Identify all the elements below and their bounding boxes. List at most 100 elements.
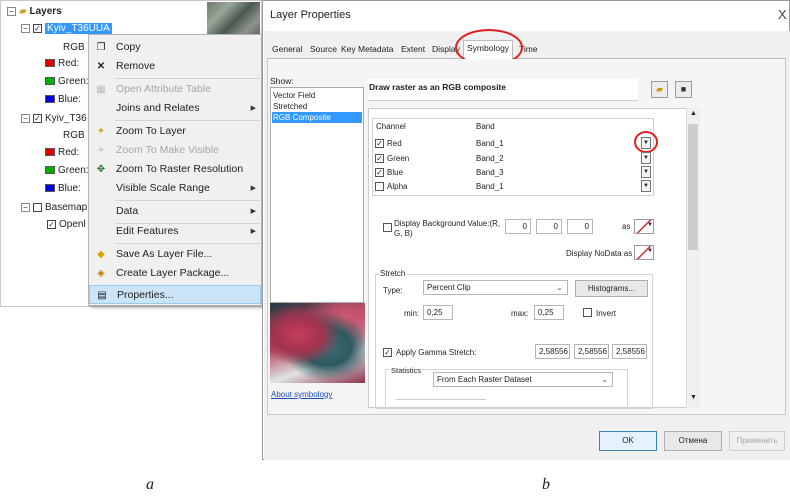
gamma-r-input[interactable]: 2,58556	[535, 344, 570, 359]
background-r-input[interactable]: 0	[505, 219, 531, 234]
scroll-up-icon[interactable]: ▲	[690, 110, 697, 117]
channel-checkbox[interactable]: ✓	[375, 139, 384, 149]
statistics-select[interactable]: From Each Raster Dataset ⌄	[433, 372, 613, 387]
chevron-down-icon[interactable]: ▼	[641, 152, 651, 164]
open-folder-icon[interactable]: ▰	[651, 81, 668, 98]
save-icon[interactable]: ■	[675, 81, 692, 98]
blue-swatch	[45, 184, 55, 193]
menu-separator	[115, 200, 260, 201]
layer-name[interactable]: Kyiv_T36	[45, 113, 87, 124]
tab-extent[interactable]: Extent	[401, 44, 425, 58]
min-input[interactable]: 0,25	[423, 305, 453, 320]
background-b-input[interactable]: 0	[567, 219, 593, 234]
chevron-down-icon[interactable]: ▼	[647, 222, 653, 228]
channel-checkbox[interactable]	[375, 182, 384, 192]
sublayer-visibility-checkbox[interactable]: ✓	[47, 219, 56, 229]
renderer-stretched[interactable]: Stretched	[272, 101, 362, 112]
green-label: Green:	[58, 76, 89, 87]
channel-name: Red	[387, 139, 402, 148]
collapse-icon[interactable]: −	[21, 202, 30, 212]
cancel-button[interactable]: Отмена	[664, 431, 722, 451]
layers-root[interactable]: − ▰ Layers	[7, 4, 62, 20]
layer1-green: Green:	[45, 74, 89, 90]
chevron-down-icon[interactable]: ▼	[641, 166, 651, 178]
min-label: min:	[404, 309, 420, 318]
collapse-icon[interactable]: −	[21, 113, 30, 123]
gamma-g-input[interactable]: 2,58556	[574, 344, 609, 359]
renderer-vector-field[interactable]: Vector Field	[272, 90, 362, 101]
channel-band[interactable]: Band_2	[476, 154, 504, 163]
layer-name[interactable]: Basemap	[45, 202, 87, 213]
menu-properties[interactable]: ▤ Properties...	[89, 285, 261, 304]
channel-column-header: Channel	[376, 122, 406, 131]
max-label: max:	[511, 309, 529, 318]
channel-band[interactable]: Band_3	[476, 168, 504, 177]
channel-name: Alpha	[387, 182, 408, 191]
highlight-ring	[634, 131, 658, 153]
channel-checkbox[interactable]: ✓	[375, 154, 384, 164]
ok-button[interactable]: OK	[599, 431, 657, 451]
menu-create-layer-package[interactable]: ◈ Create Layer Package...	[89, 264, 261, 283]
scroll-down-icon[interactable]: ▼	[690, 394, 697, 401]
background-g-input[interactable]: 0	[536, 219, 562, 234]
layer-name-selected[interactable]: Kyiv_T36UUA	[45, 23, 112, 34]
channel-row-red[interactable]: ✓ Red	[375, 137, 402, 150]
gamma-checkbox[interactable]: ✓	[383, 348, 392, 357]
close-icon[interactable]: X	[778, 7, 787, 22]
menu-zoom-raster-resolution[interactable]: ✥ Zoom To Raster Resolution	[89, 160, 261, 179]
blue-label: Blue:	[58, 183, 81, 194]
menu-edit-features[interactable]: Edit Features ▶	[89, 222, 261, 241]
collapse-icon[interactable]: −	[7, 6, 16, 16]
channel-checkbox[interactable]: ✓	[375, 168, 384, 178]
stretch-type-select[interactable]: Percent Clip ⌄	[423, 280, 568, 295]
channel-table	[372, 118, 654, 196]
invert-checkbox[interactable]	[583, 308, 592, 317]
layers-folder-icon: ▰	[19, 6, 27, 17]
tab-key-metadata[interactable]: Key Metadata	[341, 44, 393, 58]
scrollbar-thumb[interactable]	[688, 124, 698, 250]
menu-copy[interactable]: ❐ Copy	[89, 38, 261, 57]
about-symbology-link[interactable]: About symbology	[271, 390, 332, 399]
channel-row-green[interactable]: ✓ Green	[375, 152, 409, 165]
menu-visible-scale-range[interactable]: Visible Scale Range ▶	[89, 179, 261, 198]
layer-basemap[interactable]: − Basemap	[21, 200, 87, 216]
menu-joins-relates[interactable]: Joins and Relates ▶	[89, 99, 261, 118]
background-value-label: Display Background Value:(R, G, B)	[394, 219, 501, 238]
chevron-down-icon[interactable]: ⌄	[556, 281, 563, 294]
basemap-sublayer[interactable]: ✓ Openl	[47, 217, 86, 233]
channel-row-blue[interactable]: ✓ Blue	[375, 166, 403, 179]
layer-visibility-checkbox[interactable]: ✓	[33, 113, 42, 123]
chevron-down-icon[interactable]: ▼	[647, 248, 653, 254]
channel-band[interactable]: Band_1	[476, 139, 504, 148]
chevron-down-icon[interactable]: ▼	[641, 180, 651, 192]
layer-visibility-checkbox[interactable]	[33, 202, 42, 212]
renderer-rgb-composite[interactable]: RGB Composite	[272, 112, 362, 123]
layer1-red: Red:	[45, 56, 79, 72]
tab-source[interactable]: Source	[310, 44, 337, 58]
menu-remove[interactable]: ✕ Remove	[89, 57, 261, 76]
menu-zoom-to-layer[interactable]: ✦ Zoom To Layer	[89, 122, 261, 141]
sublayer-name[interactable]: Openl	[59, 219, 86, 230]
menu-save-layer-file[interactable]: ◆ Save As Layer File...	[89, 245, 261, 264]
max-input[interactable]: 0,25	[534, 305, 564, 320]
channel-row-alpha[interactable]: Alpha	[375, 180, 407, 193]
table-icon: ▦	[96, 84, 106, 95]
chevron-down-icon[interactable]: ⌄	[601, 373, 608, 386]
layer-visibility-checkbox[interactable]: ✓	[33, 23, 42, 33]
renderer-heading: Draw raster as an RGB composite	[369, 82, 506, 92]
collapse-icon[interactable]: −	[21, 23, 30, 33]
channel-band[interactable]: Band_1	[476, 182, 504, 191]
renderer-label: RGB	[63, 130, 85, 141]
histograms-button[interactable]: Histograms...	[575, 280, 648, 297]
gamma-label: Apply Gamma Stretch:	[396, 348, 477, 357]
layer-context-menu: ❐ Copy ✕ Remove ▦ Open Attribute Table Join…	[88, 34, 262, 306]
layer-kyiv-2[interactable]: − ✓ Kyiv_T36	[21, 111, 87, 127]
menu-separator	[115, 120, 260, 121]
menu-data[interactable]: Data ▶	[89, 202, 261, 221]
submenu-arrow-icon: ▶	[250, 185, 256, 192]
red-label: Red:	[58, 58, 80, 69]
menu-separator	[115, 243, 260, 244]
gamma-b-input[interactable]: 2,58556	[612, 344, 647, 359]
background-value-checkbox[interactable]	[383, 223, 392, 232]
tab-general[interactable]: General	[272, 44, 302, 58]
